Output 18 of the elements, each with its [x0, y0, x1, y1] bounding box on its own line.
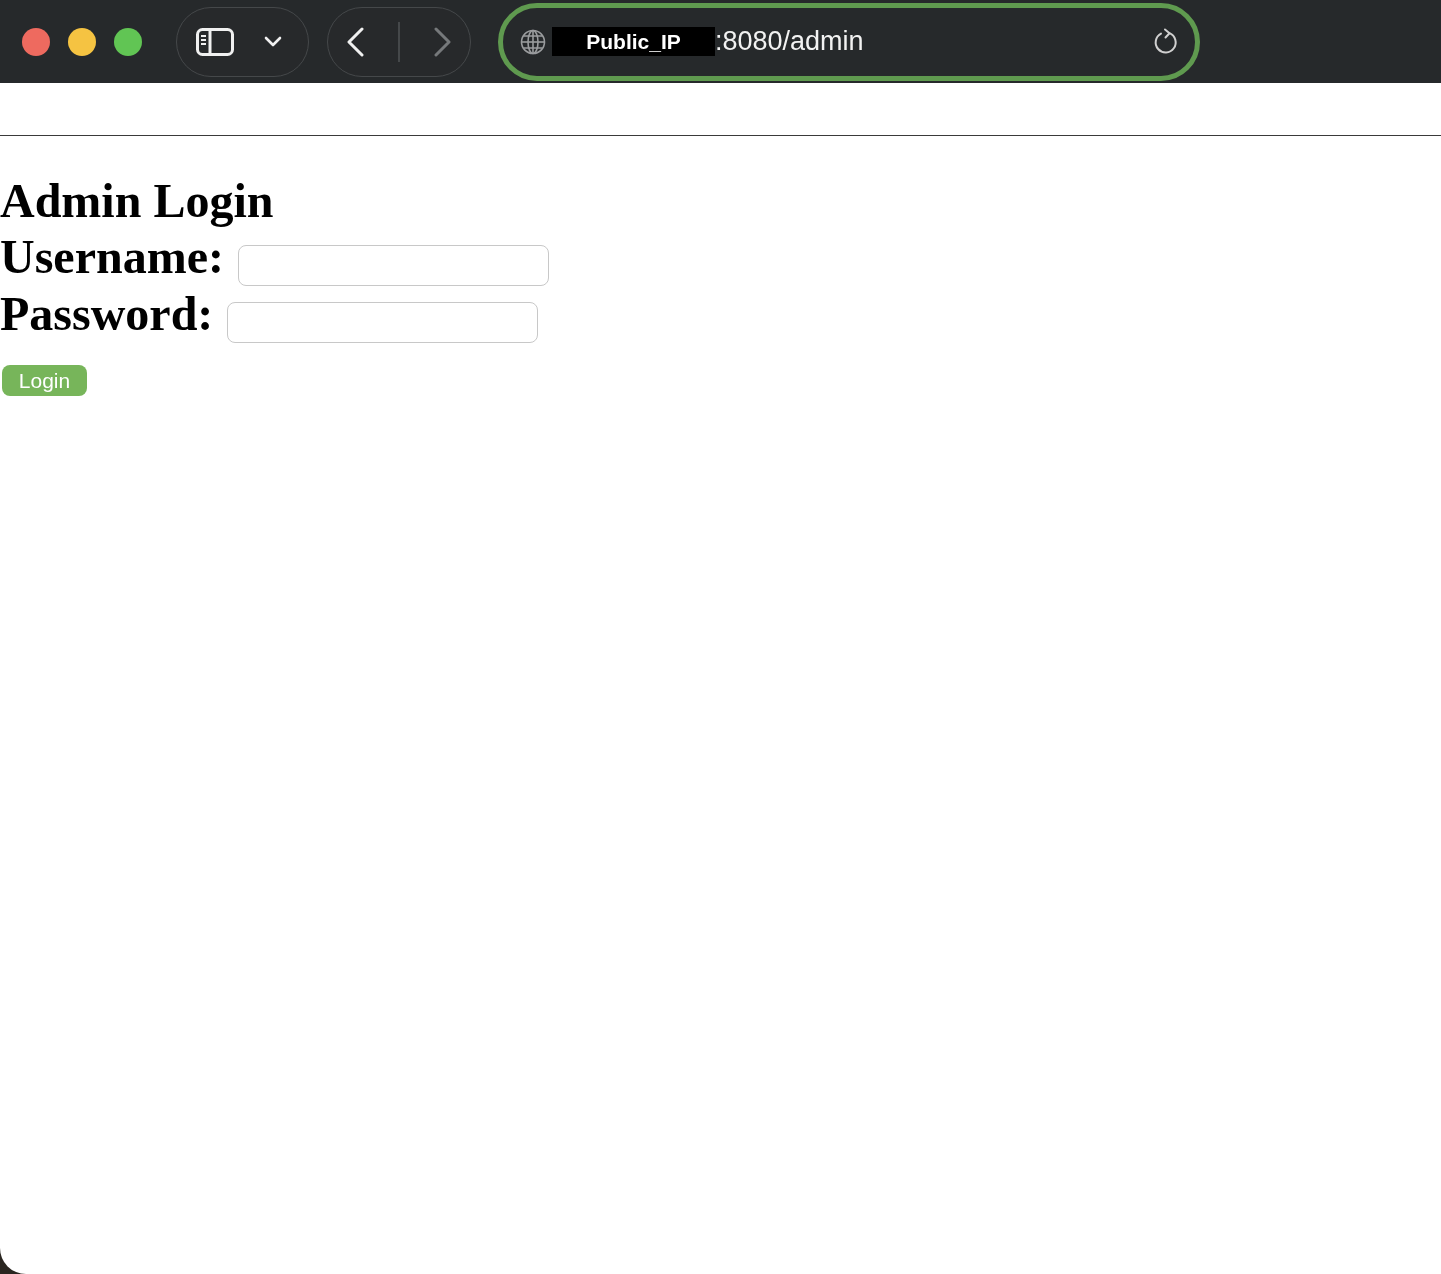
globe-icon [520, 28, 546, 55]
input-field[interactable] [237, 245, 549, 286]
close-button[interactable] [22, 27, 50, 56]
page-title: Admin Login [0, 173, 274, 229]
reload-icon[interactable] [1153, 27, 1179, 56]
chevron-down-icon [264, 36, 282, 47]
chevron-right-icon [434, 26, 452, 57]
zoom-button[interactable] [114, 27, 142, 56]
field-label: Password: [0, 286, 214, 342]
redacted-host: Public_IP [552, 27, 715, 56]
back-button[interactable] [346, 26, 364, 57]
url-text: :8080/admin [715, 26, 864, 57]
address-bar[interactable]: Public_IP :8080/admin [498, 2, 1200, 81]
input-field[interactable] [227, 302, 539, 343]
minimize-button[interactable] [68, 27, 96, 56]
sidebar-icon [196, 27, 234, 56]
field-label: Username: [0, 229, 224, 285]
chevron-left-icon [346, 26, 364, 57]
